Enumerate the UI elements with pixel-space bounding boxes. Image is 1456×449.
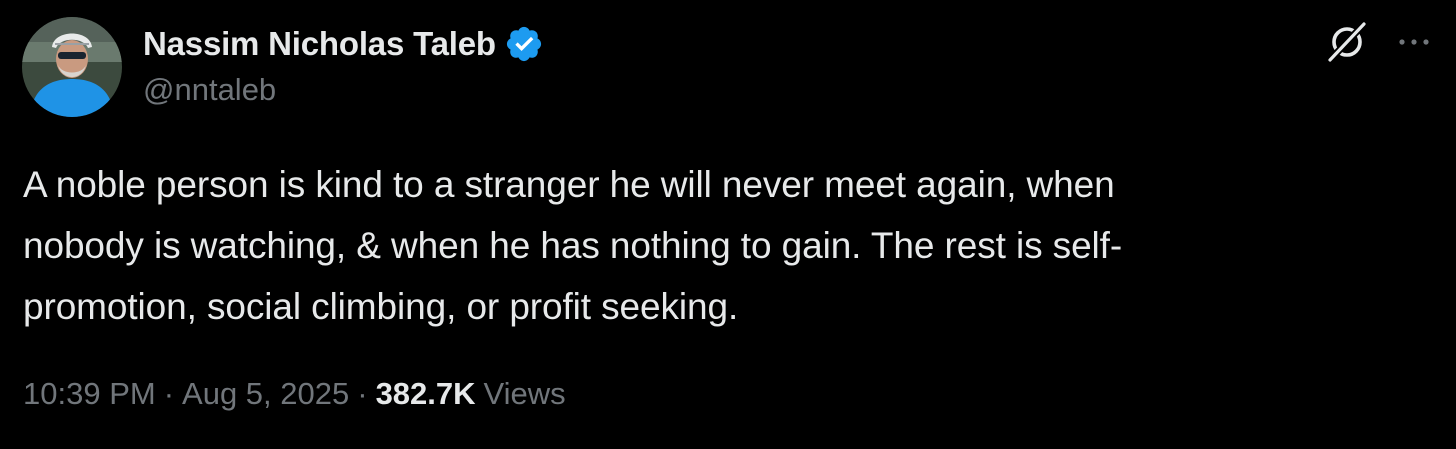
tweet-date[interactable]: Aug 5, 2025 — [182, 376, 349, 412]
author-handle[interactable]: @nntaleb — [143, 72, 276, 108]
tweet-text: A noble person is kind to a stranger he … — [23, 154, 1363, 337]
tweet-meta: 10:39 PM · Aug 5, 2025 · 382.7K Views — [23, 376, 566, 412]
tweet-text-line: nobody is watching, & when he has nothin… — [23, 225, 1123, 266]
avatar-image — [22, 17, 122, 117]
author-name-row: Nassim Nicholas Taleb — [143, 22, 544, 66]
tweet-card: Nassim Nicholas Taleb @nntaleb A noble p… — [0, 0, 1456, 449]
views-count: 382.7K — [375, 376, 476, 411]
meta-separator: · — [163, 376, 175, 411]
verified-badge-icon — [506, 26, 541, 62]
meta-separator: · — [357, 376, 368, 411]
more-options-icon[interactable] — [1394, 30, 1434, 54]
tweet-time[interactable]: 10:39 PM — [23, 376, 156, 412]
avatar[interactable] — [22, 17, 122, 117]
tweet-text-line: A noble person is kind to a stranger he … — [23, 164, 1115, 205]
grok-icon[interactable] — [1323, 18, 1371, 66]
author-display-name[interactable]: Nassim Nicholas Taleb — [143, 25, 496, 63]
tweet-text-line: promotion, social climbing, or profit se… — [23, 286, 739, 327]
views-label: Views — [483, 376, 566, 411]
